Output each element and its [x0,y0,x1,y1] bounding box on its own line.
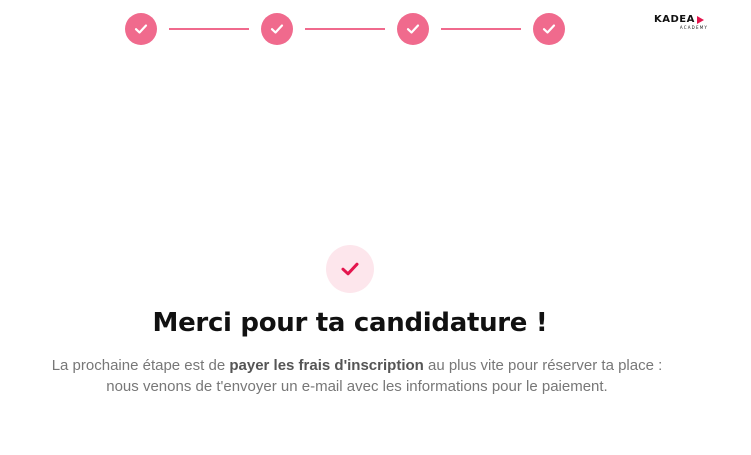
logo-wordmark: KADEA [654,14,695,25]
confirmation-message: La prochaine étape est de payer les frai… [0,355,714,397]
message-text: La prochaine étape est de [51,357,230,374]
step-connector [305,28,385,30]
confirmation-title: Merci pour ta candidature ! [152,308,548,338]
progress-stepper [125,13,565,45]
message-text: au plus vite pour réserver ta place : [423,357,663,374]
message-emphasis: payer les frais d'inscription [229,357,424,374]
logo-subtitle: ACADEMY [679,25,708,30]
check-icon [542,24,556,34]
message-line-2: nous venons de t'envoyer un e-mail avec … [106,378,608,395]
check-icon [406,24,420,34]
step-1-completed [125,13,157,45]
check-icon [134,24,148,34]
check-icon [270,24,284,34]
step-3-completed [397,13,429,45]
play-triangle-icon [696,16,704,24]
success-badge [326,245,374,293]
page: KADEA ACADEMY Merci pour ta candidature … [0,0,751,455]
message-line-1: La prochaine étape est de payer les frai… [0,355,714,376]
kadea-academy-logo[interactable]: KADEA ACADEMY [654,15,716,35]
step-4-completed [533,13,565,45]
step-2-completed [261,13,293,45]
step-connector [441,28,521,30]
step-connector [169,28,249,30]
check-icon [341,262,359,276]
